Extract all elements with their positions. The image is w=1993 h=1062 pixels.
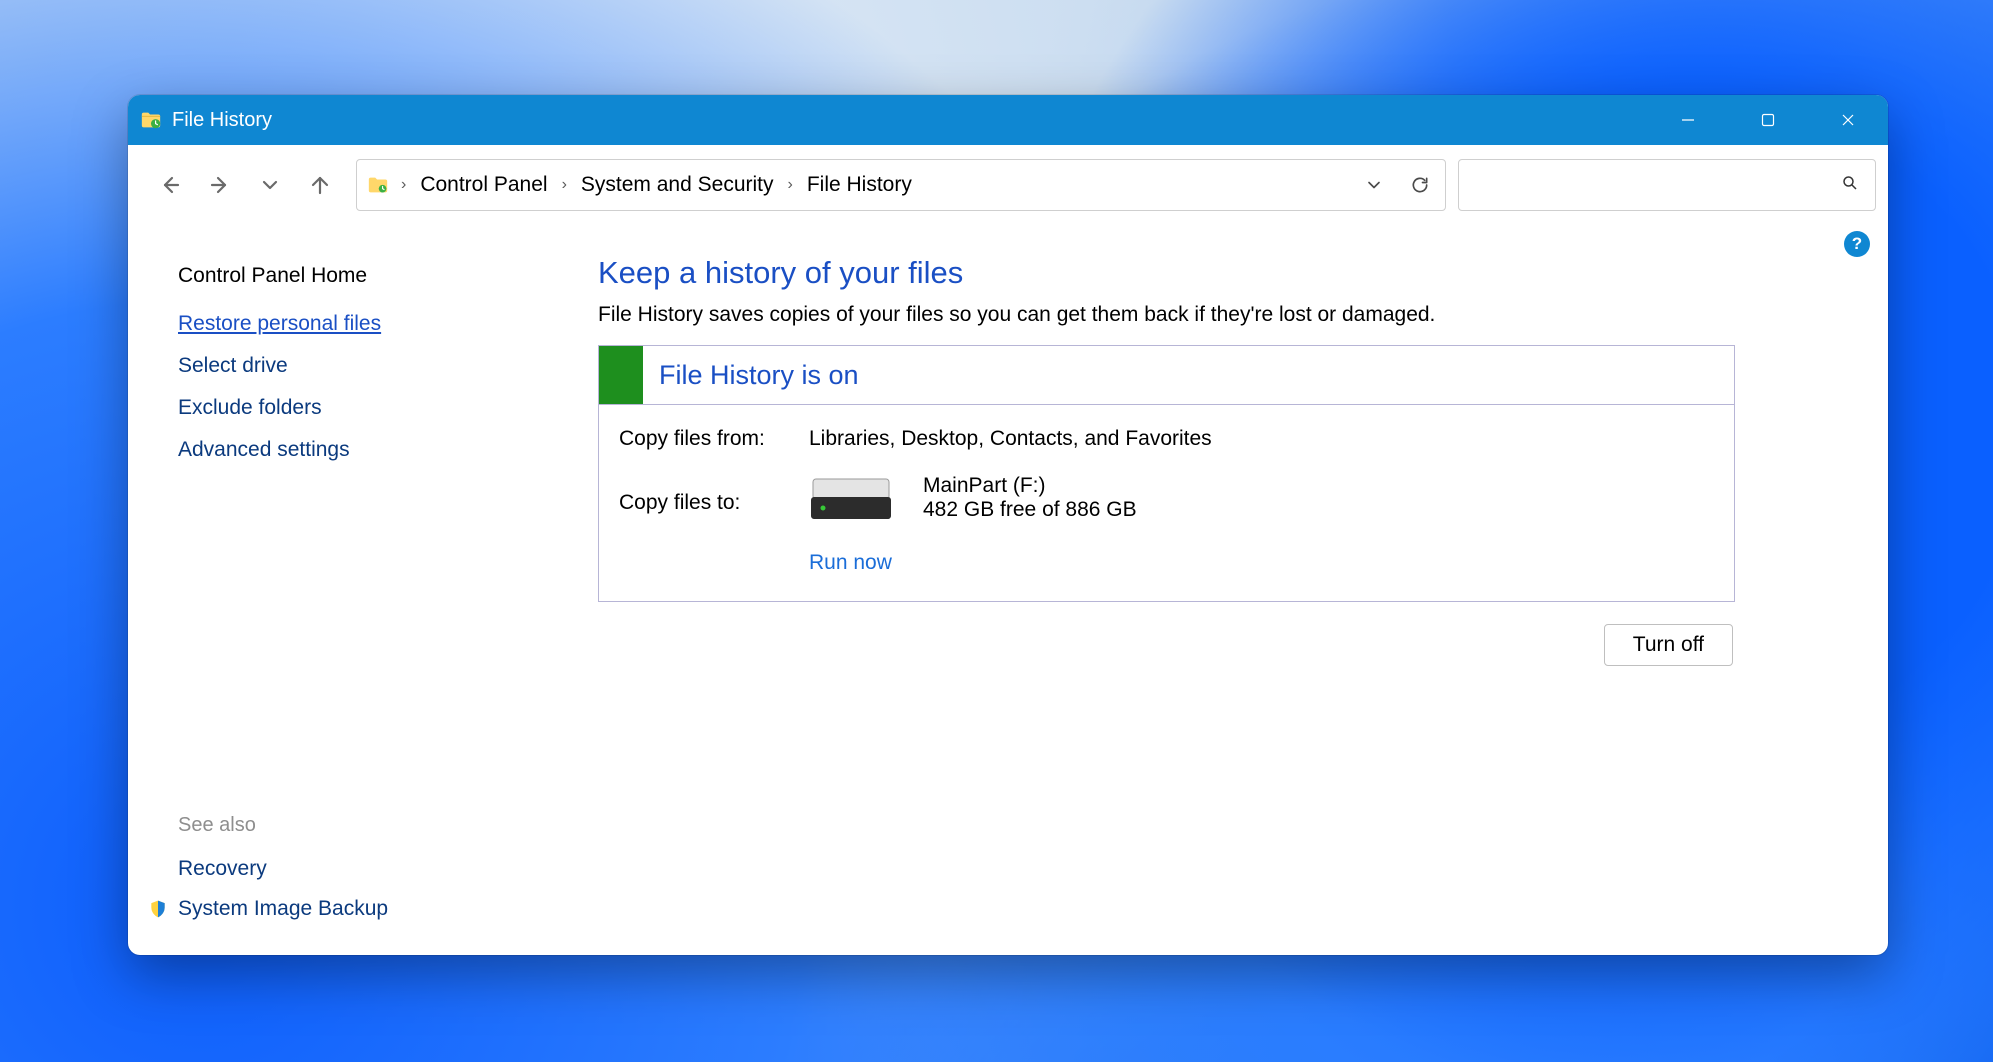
sidebar: Control Panel Home Restore personal file…	[128, 225, 588, 955]
drive-free-space: 482 GB free of 886 GB	[923, 498, 1137, 522]
chevron-right-icon: ›	[558, 176, 571, 194]
sidebar-link-restore[interactable]: Restore personal files	[178, 303, 588, 345]
minimize-button[interactable]	[1648, 95, 1728, 145]
search-icon	[1841, 174, 1859, 197]
sidebar-link-exclude[interactable]: Exclude folders	[178, 387, 588, 429]
window-controls	[1648, 95, 1888, 145]
folder-history-icon	[140, 109, 162, 131]
navigation-row: › Control Panel › System and Security › …	[128, 145, 1888, 225]
window-title: File History	[172, 109, 272, 132]
maximize-button[interactable]	[1728, 95, 1808, 145]
up-button[interactable]	[308, 173, 332, 197]
refresh-button[interactable]	[1405, 170, 1435, 200]
breadcrumb-item[interactable]: System and Security	[577, 171, 778, 199]
sidebar-link-select-drive[interactable]: Select drive	[178, 345, 588, 387]
back-button[interactable]	[158, 173, 182, 197]
status-on-indicator	[599, 346, 643, 404]
forward-button[interactable]	[208, 173, 232, 197]
copy-from-value: Libraries, Desktop, Contacts, and Favori…	[809, 427, 1212, 451]
shield-icon	[148, 899, 168, 919]
file-history-status-box: File History is on Copy files from: Libr…	[598, 345, 1735, 602]
page-subtitle: File History saves copies of your files …	[598, 303, 1828, 327]
status-title: File History is on	[643, 346, 859, 404]
see-also-label: See also	[178, 814, 588, 849]
see-also-system-image-backup[interactable]: System Image Backup	[178, 889, 588, 929]
file-history-window: File History	[128, 95, 1888, 955]
turn-off-button[interactable]: Turn off	[1604, 624, 1733, 666]
copy-to-label: Copy files to:	[619, 473, 809, 515]
help-button[interactable]: ?	[1844, 231, 1870, 257]
chevron-right-icon: ›	[784, 176, 797, 194]
help-icon: ?	[1852, 234, 1862, 254]
titlebar[interactable]: File History	[128, 95, 1888, 145]
page-heading: Keep a history of your files	[598, 255, 1828, 291]
breadcrumb-item[interactable]: Control Panel	[416, 171, 551, 199]
nav-arrows	[140, 173, 344, 197]
address-dropdown[interactable]	[1359, 170, 1389, 200]
see-also-section: See also Recovery System Image Backup	[178, 814, 588, 955]
copy-from-label: Copy files from:	[619, 427, 809, 451]
folder-icon	[367, 174, 389, 196]
see-also-recovery[interactable]: Recovery	[178, 849, 588, 889]
close-button[interactable]	[1808, 95, 1888, 145]
address-bar[interactable]: › Control Panel › System and Security › …	[356, 159, 1446, 211]
chevron-right-icon: ›	[397, 176, 410, 194]
see-also-link-label: System Image Backup	[178, 897, 388, 921]
recent-dropdown[interactable]	[258, 173, 282, 197]
see-also-link-label: Recovery	[178, 857, 267, 881]
sidebar-link-advanced[interactable]: Advanced settings	[178, 429, 588, 471]
drive-name: MainPart (F:)	[923, 474, 1137, 498]
run-now-link[interactable]: Run now	[809, 551, 1714, 575]
main-content: ? Keep a history of your files File Hist…	[588, 225, 1888, 955]
drive-icon	[809, 473, 893, 523]
breadcrumb-item[interactable]: File History	[803, 171, 916, 199]
control-panel-home-link[interactable]: Control Panel Home	[178, 255, 588, 297]
search-box[interactable]	[1458, 159, 1876, 211]
